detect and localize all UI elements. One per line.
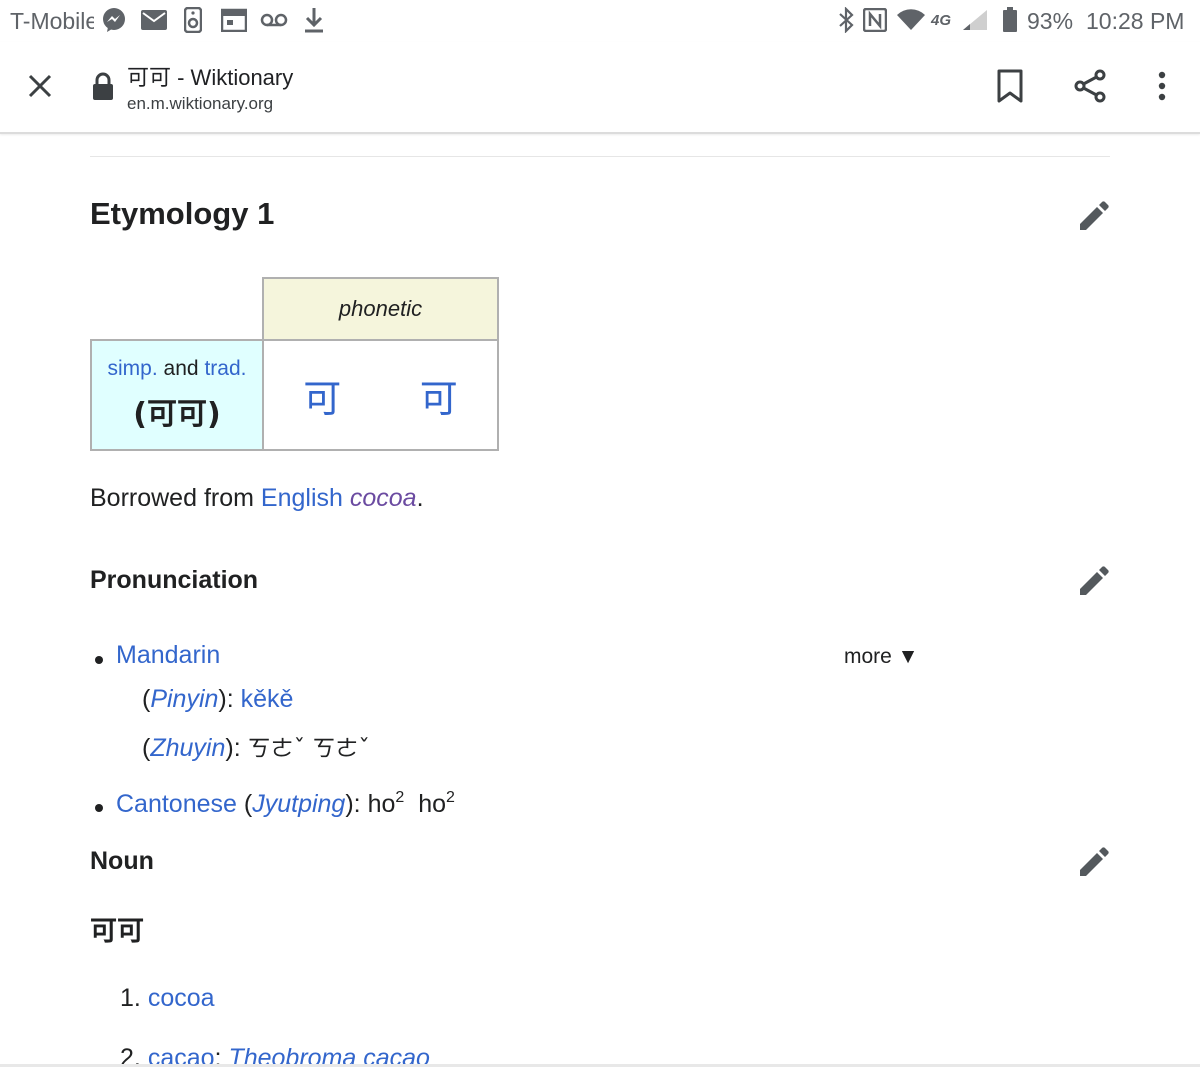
edit-etymology-icon[interactable] [1076, 198, 1112, 234]
cantonese-link[interactable]: Cantonese [116, 790, 237, 818]
list-bullet [95, 656, 103, 664]
messenger-icon [100, 6, 128, 34]
page-content: Etymology 1 phonetic simp. and trad. (可可… [0, 136, 1200, 1067]
noun-headword: 可可 [90, 916, 144, 947]
battery-percent: 93% [1027, 8, 1074, 34]
voicemail-icon [260, 6, 288, 34]
and-label: and [163, 357, 199, 380]
trad-link[interactable]: trad. [204, 357, 246, 380]
etymology-text: Borrowed from English cocoa. [90, 484, 424, 513]
close-icon[interactable] [22, 68, 58, 104]
divider [90, 156, 1110, 157]
edit-pronunciation-icon[interactable] [1076, 563, 1112, 599]
lte-icon: 4G [930, 11, 951, 29]
definition-number: 1. [120, 984, 141, 1012]
page-url[interactable]: en.m.wiktionary.org [127, 94, 273, 114]
zhuyin-value: ㄎㄜˇ ㄎㄜˇ [247, 736, 370, 762]
signal-icon [960, 6, 990, 34]
component-cell: 可 可 [262, 339, 499, 451]
bookmark-icon[interactable] [990, 66, 1030, 106]
download-icon [302, 6, 326, 34]
phonetic-header: phonetic [262, 277, 499, 341]
lock-icon[interactable] [90, 72, 116, 102]
component-char-link[interactable]: 可 [266, 368, 378, 423]
etymology-suffix: . [416, 484, 424, 512]
pinyin-value[interactable]: kěkě [241, 685, 294, 713]
jyutping-link[interactable]: Jyutping [252, 790, 345, 818]
etymology-prefix: Borrowed from [90, 484, 254, 512]
jyutping-syllable: ho [367, 790, 396, 818]
table-empty-cell [91, 278, 263, 340]
clock: 10:28 PM [1086, 8, 1185, 34]
cocoa-link[interactable]: cocoa [350, 484, 417, 512]
status-bar: T-Mobile 4G 93% 10:28 PM [0, 0, 1200, 42]
zhuyin-line: (Zhuyin): ㄎㄜˇ ㄎㄜˇ [142, 734, 370, 762]
custom-tab-toolbar: 可可 - Wiktionary en.m.wiktionary.org [0, 42, 1200, 134]
english-link[interactable]: English [261, 484, 343, 512]
mandarin-link[interactable]: Mandarin [116, 641, 220, 669]
component-char-link[interactable]: 可 [383, 368, 495, 423]
definition-link[interactable]: cocoa [148, 984, 215, 1012]
wifi-icon [896, 6, 926, 34]
battery-icon [1000, 6, 1020, 34]
more-toggle[interactable]: more ▼ [844, 645, 918, 669]
tone-number: 2 [446, 789, 455, 806]
mail-icon [140, 6, 168, 34]
edit-noun-icon[interactable] [1076, 844, 1112, 880]
etymology-table: phonetic simp. and trad. (可可) 可 可 [90, 277, 499, 451]
nfc-icon [862, 6, 888, 34]
bluetooth-icon [836, 6, 856, 34]
form-characters: (可可) [133, 397, 221, 432]
page-title: 可可 - Wiktionary [127, 65, 294, 90]
jyutping-syllable: ho [418, 790, 446, 818]
list-bullet [95, 804, 103, 812]
carrier-label: T-Mobile [10, 8, 94, 34]
etymology-heading: Etymology 1 [90, 196, 275, 231]
tone-number: 2 [395, 789, 405, 806]
noun-heading: Noun [90, 847, 154, 875]
definition-item: 1. cocoa [120, 984, 215, 1013]
notification-icon [182, 6, 204, 34]
zhuyin-link[interactable]: Zhuyin [150, 734, 225, 762]
form-cell: simp. and trad. (可可) [90, 339, 264, 451]
pronunciation-heading: Pronunciation [90, 566, 259, 594]
simp-link[interactable]: simp. [108, 357, 158, 380]
share-icon[interactable] [1070, 66, 1110, 106]
pinyin-link[interactable]: Pinyin [150, 685, 218, 713]
pinyin-line: (Pinyin): kěkě [142, 685, 294, 713]
calendar-icon [220, 6, 248, 34]
list-item: Mandarin [116, 641, 220, 670]
more-vert-icon[interactable] [1142, 66, 1182, 106]
list-item: Cantonese (Jyutping): ho2 ho2 [116, 789, 455, 818]
